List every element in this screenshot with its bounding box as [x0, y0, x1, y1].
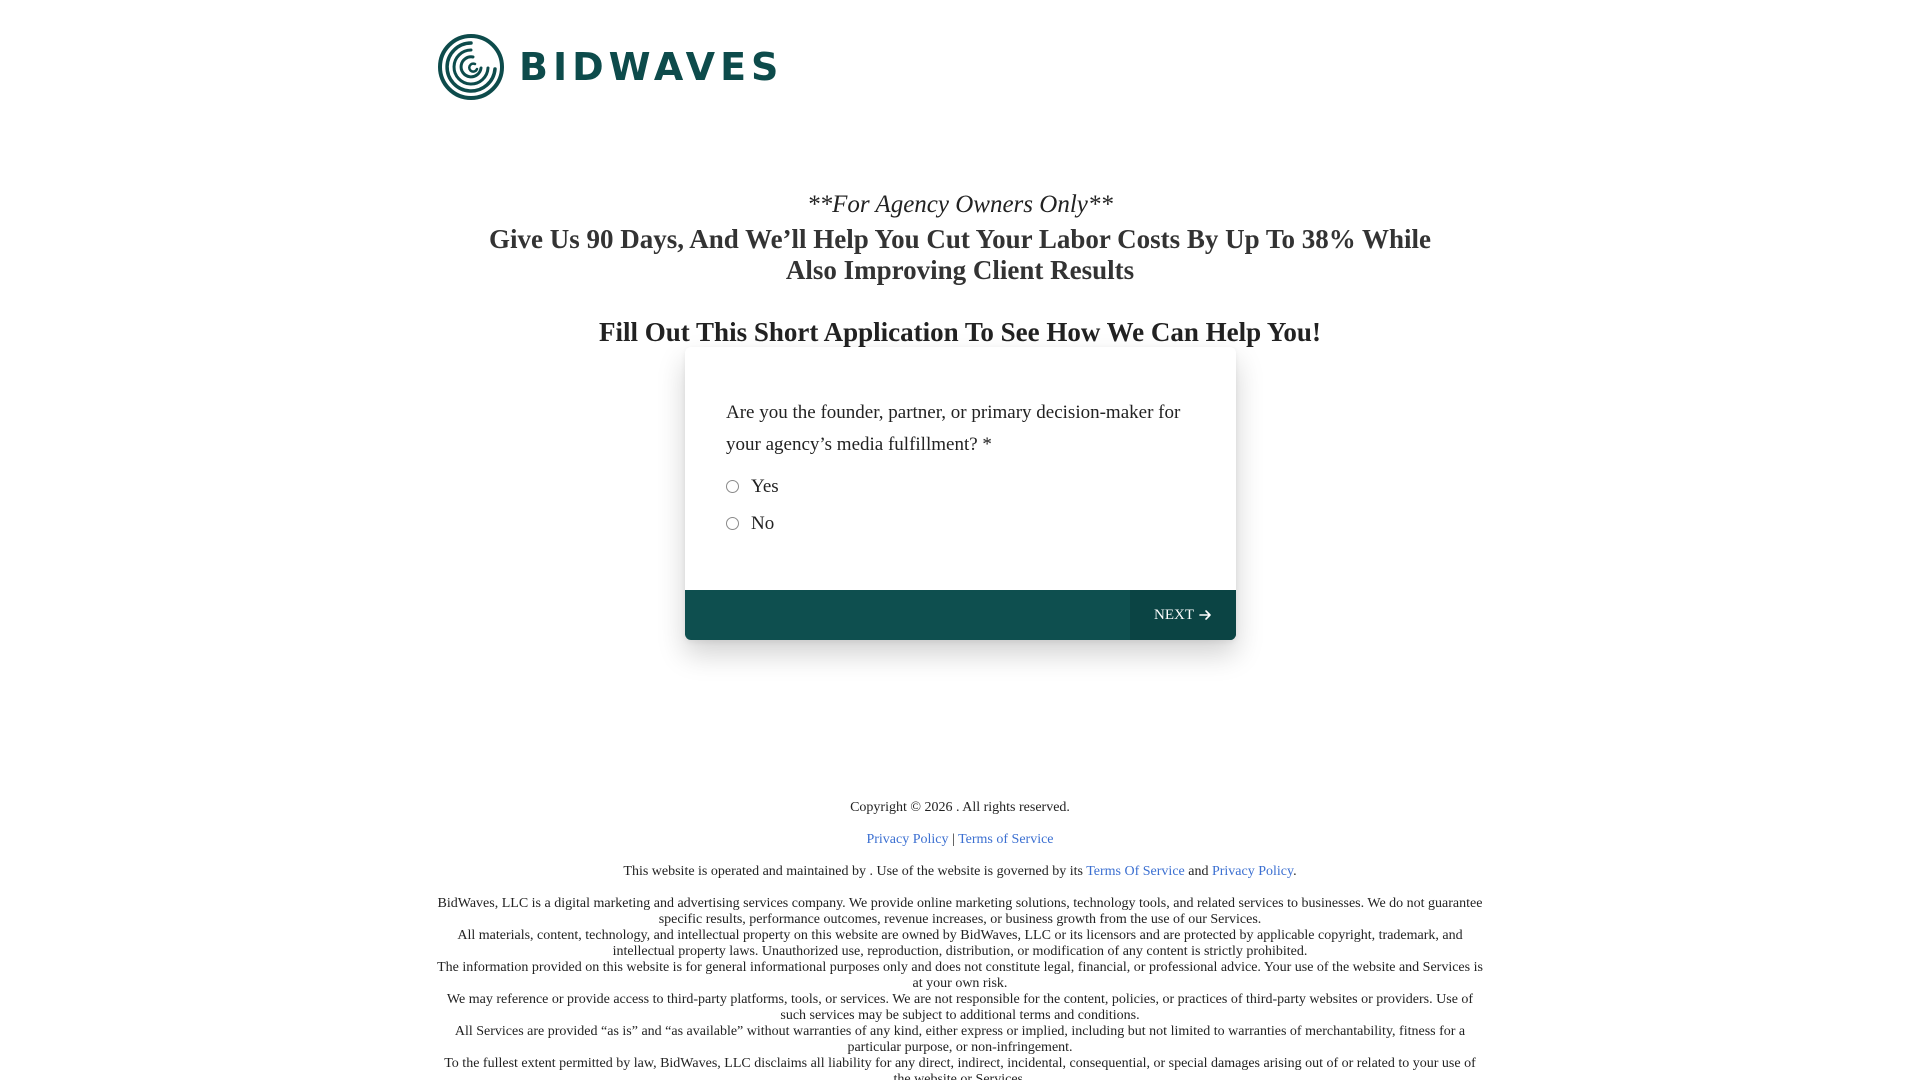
application-form-card: Are you the founder, partner, or primary… — [685, 347, 1236, 640]
brand-wordmark: BIDWAVES — [519, 45, 784, 89]
radio-no[interactable] — [726, 517, 739, 530]
page: BIDWAVES **For Agency Owners Only** Give… — [0, 0, 1920, 1080]
option-yes-label[interactable]: Yes — [751, 476, 779, 498]
next-button-label: NEXT — [1154, 606, 1194, 623]
wave-logo-icon — [438, 34, 504, 100]
legal-paragraph: The information provided on this website… — [437, 960, 1483, 991]
option-no[interactable]: No — [726, 512, 1196, 535]
option-no-label[interactable]: No — [751, 513, 774, 535]
terms-of-service-link[interactable]: Terms of Service — [958, 832, 1053, 847]
legal-disclaimer: BidWaves, LLC is a digital marketing and… — [437, 896, 1483, 1080]
next-button[interactable]: NEXT — [1130, 590, 1236, 640]
governed-text: This website is operated and maintained … — [437, 864, 1483, 880]
form-body: Are you the founder, partner, or primary… — [685, 347, 1236, 535]
eyebrow-text: **For Agency Owners Only** — [807, 191, 1113, 218]
governed-suffix: . — [1293, 864, 1297, 879]
governed-terms-link[interactable]: Terms Of Service — [1086, 864, 1185, 879]
hero: **For Agency Owners Only** Give Us 90 Da… — [437, 188, 1483, 349]
privacy-policy-link[interactable]: Privacy Policy — [866, 832, 948, 847]
option-yes[interactable]: Yes — [726, 475, 1196, 498]
governed-and: and — [1188, 864, 1209, 879]
legal-paragraph: To the fullest extent permitted by law, … — [444, 1056, 1476, 1080]
page-headline: Give Us 90 Days, And We’ll Help You Cut … — [489, 224, 1431, 285]
legal-paragraph: All materials, content, technology, and … — [457, 928, 1463, 959]
legal-paragraph: All Services are provided “as is” and “a… — [454, 1024, 1466, 1055]
footer-links: Privacy Policy | Terms of Service — [437, 832, 1483, 848]
arrow-right-icon — [1199, 610, 1211, 620]
radio-yes[interactable] — [726, 480, 739, 493]
form-footer-bar: NEXT — [685, 590, 1236, 640]
page-subheadline: Fill Out This Short Application To See H… — [599, 317, 1321, 347]
legal-paragraph: BidWaves, LLC is a digital marketing and… — [437, 896, 1483, 927]
legal-paragraph: We may reference or provide access to th… — [446, 992, 1474, 1023]
governed-privacy-link[interactable]: Privacy Policy — [1212, 864, 1293, 879]
site-footer: Copyright © 2026 . All rights reserved. … — [437, 800, 1483, 1080]
governed-prefix: This website is operated and maintained … — [623, 864, 1083, 879]
link-separator: | — [952, 832, 955, 847]
question-text: Are you the founder, partner, or primary… — [726, 402, 1181, 455]
copyright-text: Copyright © 2026 . All rights reserved. — [850, 800, 1070, 815]
header: BIDWAVES — [437, 32, 783, 102]
